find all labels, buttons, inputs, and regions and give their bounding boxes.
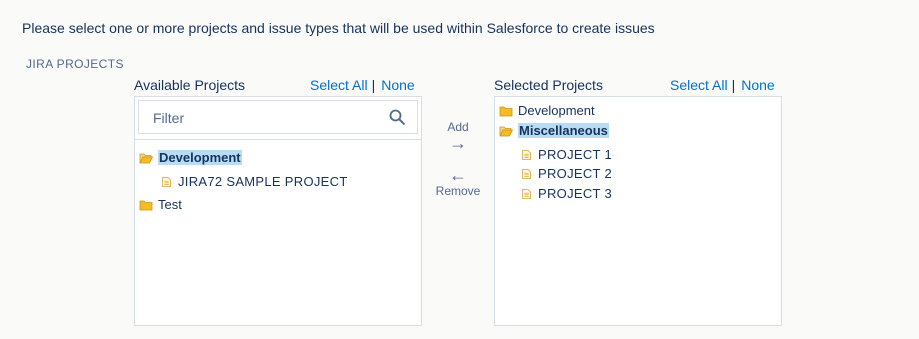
instructions-text: Please select one or more projects and i… [22,20,655,36]
remove-label: Remove [435,184,481,198]
project-file-icon [522,168,531,179]
filter-input[interactable] [151,107,375,129]
link-separator: | [371,77,376,93]
tree-folder-test[interactable]: Test [139,197,182,212]
link-separator: | [731,77,736,93]
selected-select-all-link[interactable]: Select All [670,77,728,93]
tree-node-label: PROJECT 3 [538,186,612,201]
tree-node-label: PROJECT 2 [538,166,612,181]
tree-node-label: PROJECT 1 [538,147,612,162]
tree-folder-miscellaneous[interactable]: Miscellaneous [499,123,609,138]
tree-node-label: Test [158,197,182,212]
selected-projects-title: Selected Projects [494,77,603,93]
project-file-icon [522,149,531,160]
tree-node-label: JIRA72 SAMPLE PROJECT [178,174,348,189]
tree-node-label: Miscellaneous [518,123,609,138]
project-file-icon [162,176,171,187]
tree-project-1[interactable]: PROJECT 1 [521,147,612,162]
selected-none-link[interactable]: None [741,77,774,93]
available-projects-list[interactable]: Development JIRA72 SAMPLE PROJECT Test [134,96,422,326]
search-icon[interactable] [389,109,405,125]
available-select-all-link[interactable]: Select All [310,77,368,93]
tree-folder-development[interactable]: Development [499,103,595,118]
available-projects-title: Available Projects [134,77,246,93]
filter-field[interactable] [138,100,418,134]
add-label: Add [447,120,469,134]
filter-divider [135,139,421,140]
folder-open-icon [499,126,513,136]
selected-projects-list[interactable]: Development Miscellaneous PROJECT 1 PROJ… [494,96,782,326]
tree-project-2[interactable]: PROJECT 2 [521,166,612,181]
section-title: JIRA PROJECTS [26,57,124,71]
folder-open-icon [139,153,153,163]
folder-icon [139,200,153,210]
arrow-left-icon: ← [449,165,467,185]
available-projects-header: Available Projects Select All | None [134,77,424,95]
project-file-icon [522,188,531,199]
tree-node-label: Development [518,103,595,118]
selected-projects-header: Selected Projects Select All | None [494,77,784,95]
tree-project-jira72[interactable]: JIRA72 SAMPLE PROJECT [161,174,348,189]
tree-node-label: Development [158,150,242,165]
available-none-link[interactable]: None [381,77,414,93]
remove-button[interactable]: ← Remove [432,166,484,198]
folder-icon [499,106,513,116]
available-projects-links: Select All | None [310,77,415,93]
selected-projects-links: Select All | None [670,77,775,93]
arrow-right-icon: → [449,133,467,153]
tree-project-3[interactable]: PROJECT 3 [521,186,612,201]
tree-folder-development[interactable]: Development [139,150,242,165]
add-button[interactable]: Add → [436,120,480,152]
